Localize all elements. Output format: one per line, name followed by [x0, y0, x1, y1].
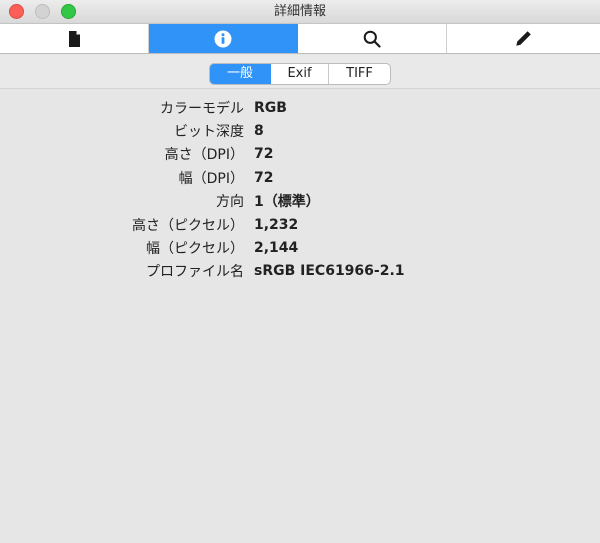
info-row-width-dpi: 幅（DPI） 72 — [0, 166, 600, 189]
info-row-bit-depth: ビット深度 8 — [0, 119, 600, 142]
info-label: 方向 — [216, 194, 244, 211]
window-title: 詳細情報 — [273, 4, 326, 19]
info-label: 高さ（ピクセル） — [132, 217, 244, 234]
tab-info[interactable] — [149, 24, 298, 53]
info-icon — [214, 30, 232, 47]
segmented-control: 一般 Exif TIFF — [209, 63, 391, 85]
info-row-profile-name: プロファイル名 sRGB IEC61966-2.1 — [0, 260, 600, 283]
tab-strip: 一般 Exif TIFF — [0, 55, 600, 89]
info-label: 幅（DPI） — [178, 170, 244, 187]
segment-tiff[interactable]: TIFF — [329, 64, 390, 84]
info-value: 2,144 — [254, 240, 299, 257]
info-label: カラーモデル — [160, 100, 244, 117]
info-row-height-px: 高さ（ピクセル） 1,232 — [0, 213, 600, 236]
tab-edit[interactable] — [447, 24, 600, 53]
pencil-icon — [516, 31, 531, 46]
info-label: ビット深度 — [174, 124, 244, 141]
info-label: 高さ（DPI） — [164, 147, 244, 164]
info-row-height-dpi: 高さ（DPI） 72 — [0, 143, 600, 166]
info-list: カラーモデル RGB ビット深度 8 高さ（DPI） 72 幅（DPI） 72 … — [0, 96, 600, 283]
info-value: 8 — [254, 123, 264, 140]
search-icon — [363, 30, 381, 48]
info-value: 72 — [254, 169, 274, 186]
info-row-color-model: カラーモデル RGB — [0, 96, 600, 119]
info-row-width-px: 幅（ピクセル） 2,144 — [0, 236, 600, 259]
tab-document[interactable] — [0, 24, 149, 53]
info-value: 1,232 — [254, 216, 299, 233]
tab-search[interactable] — [298, 24, 447, 53]
info-row-orientation: 方向 1（標準） — [0, 190, 600, 213]
info-value: 72 — [254, 146, 274, 163]
info-label: プロファイル名 — [146, 264, 244, 281]
info-value: 1（標準） — [254, 194, 320, 211]
title-bar: 詳細情報 — [0, 0, 600, 24]
segment-general[interactable]: 一般 — [210, 64, 271, 84]
info-label: 幅（ピクセル） — [146, 241, 244, 258]
info-value: RGB — [254, 99, 287, 116]
document-icon — [69, 30, 80, 47]
toolbar — [0, 24, 600, 54]
info-value: sRGB IEC61966-2.1 — [254, 263, 405, 280]
segment-exif[interactable]: Exif — [271, 64, 329, 84]
